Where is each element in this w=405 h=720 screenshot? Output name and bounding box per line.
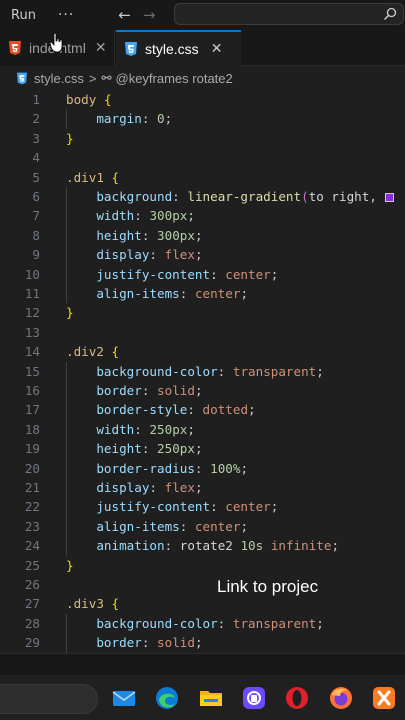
line-number: 27 xyxy=(24,596,40,612)
tab-label: style.css xyxy=(145,41,199,57)
color-swatch[interactable] xyxy=(384,193,394,202)
back-arrow-icon[interactable]: ← xyxy=(118,6,131,24)
code-line: 4 xyxy=(0,148,405,167)
windows-taskbar xyxy=(0,675,405,720)
code-line: 23 align-items: center; xyxy=(0,516,405,537)
line-number: 7 xyxy=(32,208,40,224)
line-number: 29 xyxy=(24,635,40,651)
line-number: 6 xyxy=(32,189,40,204)
line-number: 26 xyxy=(24,577,40,592)
title-bar: Run ··· ← → xyxy=(0,0,405,30)
line-number: 9 xyxy=(32,247,40,263)
search-icon xyxy=(383,7,397,21)
code-editor[interactable]: 1 body { 2 margin: 0; 3} 4 5 .div1 { 6 bac… xyxy=(0,90,405,653)
run-menu[interactable]: Run xyxy=(11,8,36,23)
code-line: 27 .div3 { xyxy=(0,594,405,613)
code-line: 7 width: 300px; xyxy=(0,206,405,226)
video-caption-overlay: Link to projec xyxy=(217,577,319,596)
code-line: 28 background-color: transparent; xyxy=(0,613,405,634)
line-number: 25 xyxy=(24,557,40,573)
code-line: 22 justify-content: center; xyxy=(0,497,405,517)
mouse-pointer-icon xyxy=(50,33,63,53)
line-number: 14 xyxy=(24,344,40,360)
line-number: 12 xyxy=(24,305,40,321)
line-number: 3 xyxy=(32,130,40,146)
code-line: 18 width: 250px; xyxy=(0,419,405,440)
line-number: 22 xyxy=(24,499,40,515)
line-number: 1 xyxy=(32,92,40,107)
code-line: 25} xyxy=(0,556,405,575)
line-number: 23 xyxy=(24,518,40,534)
line-number: 21 xyxy=(24,480,40,495)
code-line: 24 animation: rotate2 10s infinite; xyxy=(0,536,405,556)
code-line: 16 border: solid; xyxy=(0,381,405,401)
breadcrumb: style.css > ⚯ @keyframes rotate2 xyxy=(0,66,405,90)
code-line: 29 border: solid; xyxy=(0,633,405,653)
code-line: 5 .div1 { xyxy=(0,168,405,187)
code-line: 20 border-radius: 100%; xyxy=(0,458,405,478)
line-number: 2 xyxy=(32,111,40,127)
proton-icon[interactable] xyxy=(241,685,267,711)
line-number: 11 xyxy=(24,286,40,301)
code-line: 1 body { xyxy=(0,90,405,109)
line-number: 4 xyxy=(32,150,40,166)
code-line: 21 display: flex; xyxy=(0,478,405,498)
code-line: 26 xyxy=(0,575,405,594)
line-number: 24 xyxy=(24,538,40,554)
breadcrumb-symbol[interactable]: @keyframes rotate2 xyxy=(116,71,233,86)
code-line: 3} xyxy=(0,129,405,148)
close-icon[interactable]: ✕ xyxy=(211,41,223,57)
line-number: 5 xyxy=(32,169,40,185)
keyframes-symbol-icon: ⚯ xyxy=(101,71,112,85)
code-line: 13 xyxy=(0,323,405,342)
breadcrumb-file[interactable]: style.css xyxy=(34,71,84,86)
code-line: 19 height: 250px; xyxy=(0,439,405,459)
breadcrumb-separator: > xyxy=(88,70,97,86)
line-number: 17 xyxy=(24,402,40,418)
opera-icon[interactable] xyxy=(284,685,310,711)
code-line: 14 .div2 { xyxy=(0,342,405,361)
more-menu[interactable]: ··· xyxy=(58,7,74,23)
code-line: 17 border-style: dotted; xyxy=(0,400,405,420)
line-number: 20 xyxy=(24,460,40,476)
code-line: 15 background-color: transparent; xyxy=(0,361,405,381)
line-number: 18 xyxy=(24,421,40,437)
file-explorer-icon[interactable] xyxy=(198,685,224,711)
html5-icon xyxy=(9,41,21,55)
line-number: 10 xyxy=(24,266,40,282)
forward-arrow-icon[interactable]: → xyxy=(143,6,156,24)
code-line: 11 align-items: center; xyxy=(0,284,405,304)
line-number: 8 xyxy=(32,227,40,243)
command-center-search[interactable] xyxy=(174,3,404,25)
mail-icon[interactable] xyxy=(111,685,137,711)
css3-icon xyxy=(125,42,137,56)
line-number: 15 xyxy=(24,363,40,379)
code-line: 12} xyxy=(0,303,405,322)
tab-style-css[interactable]: style.css ✕ xyxy=(116,30,241,66)
code-line: 8 height: 300px; xyxy=(0,225,405,246)
code-line: 9 display: flex; xyxy=(0,245,405,265)
code-line: 6 background: linear-gradient(to right, xyxy=(0,187,405,207)
close-icon[interactable]: ✕ xyxy=(95,40,107,56)
code-line: 2 margin: 0; xyxy=(0,109,405,129)
line-number: 16 xyxy=(24,383,40,398)
edge-icon[interactable] xyxy=(154,685,180,711)
status-bar xyxy=(0,653,405,675)
taskbar-search-box[interactable] xyxy=(0,684,98,714)
line-number: 28 xyxy=(24,615,40,631)
firefox-icon[interactable] xyxy=(328,685,354,711)
css3-icon xyxy=(17,72,27,84)
line-number: 13 xyxy=(24,324,40,340)
line-number: 19 xyxy=(24,441,40,457)
code-line: 10 justify-content: center; xyxy=(0,264,405,284)
xampp-icon[interactable] xyxy=(371,685,397,711)
